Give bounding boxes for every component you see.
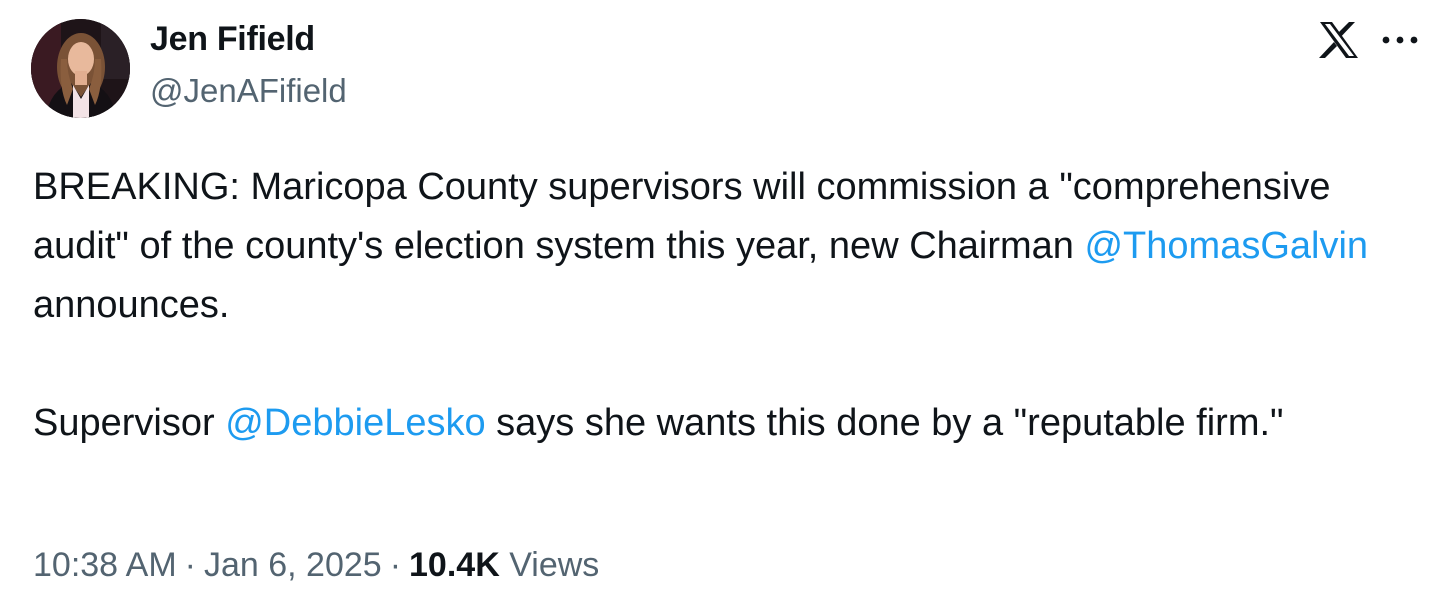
tweet-date[interactable]: Jan 6, 2025 — [204, 546, 382, 584]
views-label: Views — [509, 546, 600, 584]
meta-separator: · — [389, 546, 402, 584]
x-logo-icon — [1318, 20, 1360, 60]
mention-link-debbielesko[interactable]: @DebbieLesko — [225, 402, 485, 444]
author-name[interactable]: Jen Fifield — [150, 20, 315, 59]
mention-link-thomasgalvin[interactable]: @ThomasGalvin — [1084, 225, 1368, 267]
tweet-time[interactable]: 10:38 AM — [33, 546, 177, 584]
tweet-paragraph-2: Supervisor @DebbieLesko says she wants t… — [33, 394, 1423, 453]
tweet-card: Jen Fifield @JenAFifield BREAKING: Maric… — [0, 0, 1456, 608]
views-count[interactable]: 10.4K — [409, 546, 500, 584]
profile-photo-icon — [31, 19, 130, 118]
more-options-icon[interactable] — [1380, 24, 1420, 54]
author-handle[interactable]: @JenAFifield — [150, 72, 347, 110]
tweet-text: BREAKING: Maricopa County supervisors wi… — [33, 158, 1423, 453]
tweet-text-segment: says she wants this done by a "reputable… — [485, 402, 1284, 444]
meta-separator: · — [184, 546, 196, 584]
tweet-text-segment: Supervisor — [33, 402, 226, 444]
author-avatar[interactable] — [31, 19, 130, 118]
tweet-meta: 10:38 AM · Jan 6, 2025 · 10.4K Views — [33, 546, 599, 585]
tweet-paragraph-1: BREAKING: Maricopa County supervisors wi… — [33, 158, 1423, 335]
